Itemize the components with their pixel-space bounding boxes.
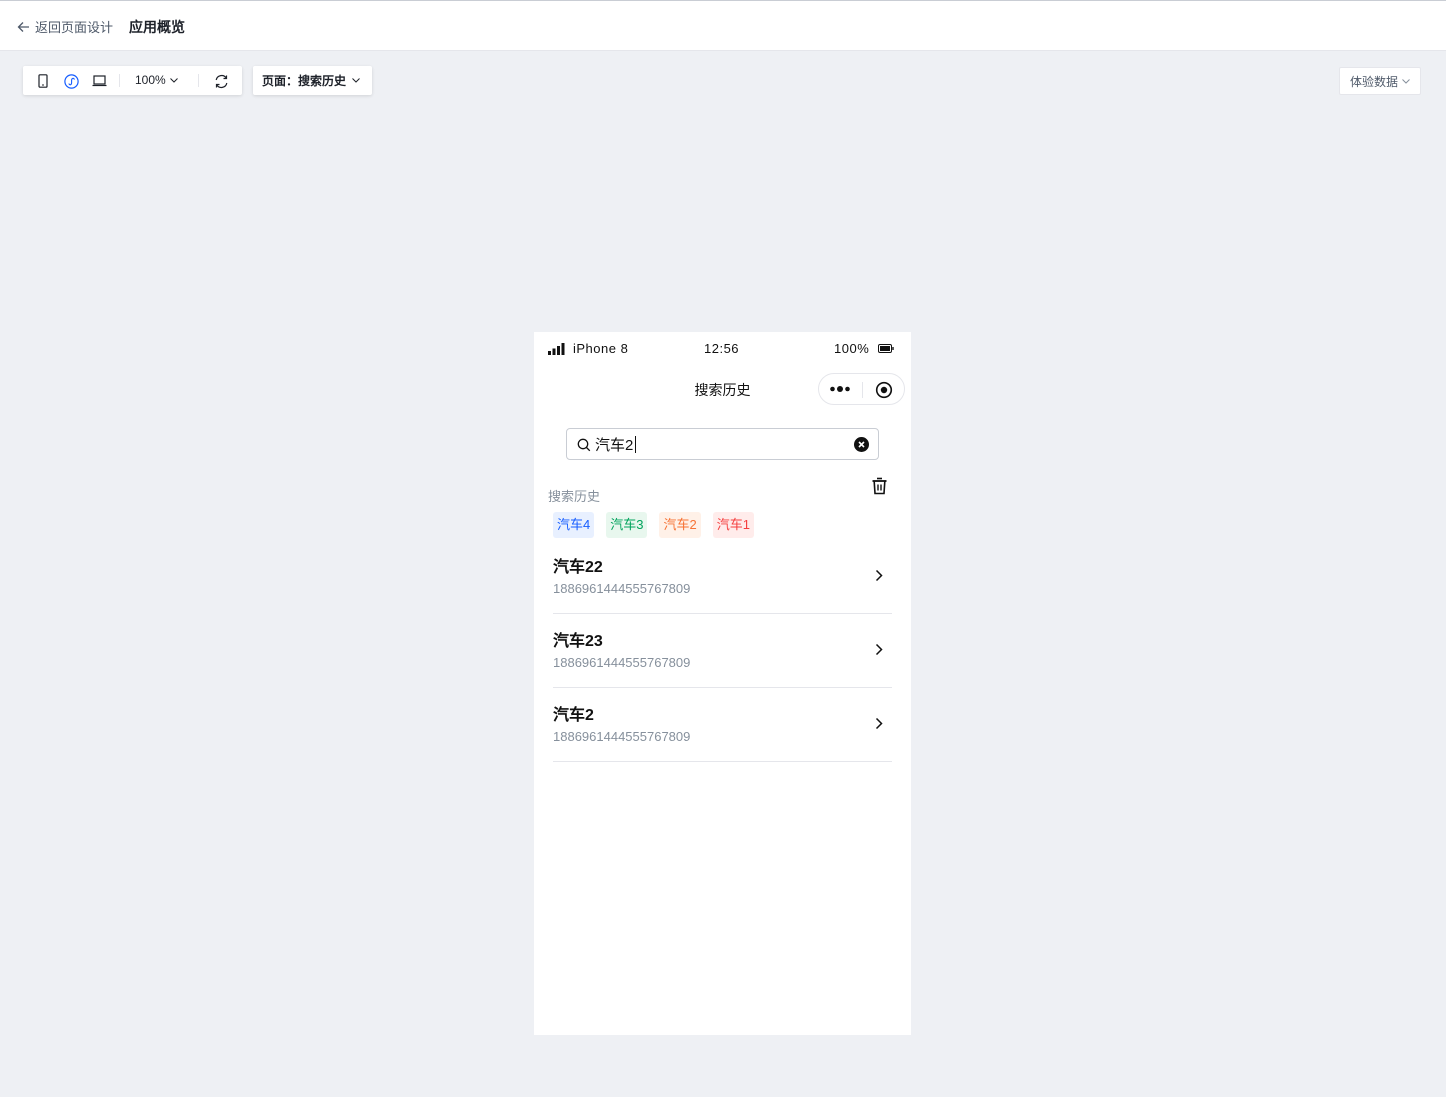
signal-icon bbox=[548, 343, 565, 355]
divider bbox=[119, 74, 120, 87]
search-input[interactable] bbox=[595, 434, 845, 454]
history-tag[interactable]: 汽车2 bbox=[659, 512, 701, 538]
top-header: 返回页面设计 应用概览 bbox=[0, 0, 1446, 51]
miniprogram-capsule bbox=[818, 373, 905, 405]
chevron-right-icon bbox=[875, 717, 883, 730]
battery-icon bbox=[878, 344, 894, 353]
status-time: 12:56 bbox=[704, 341, 740, 356]
list-item-subtitle: 1886961444555767809 bbox=[553, 655, 691, 670]
close-target-icon[interactable] bbox=[875, 381, 893, 399]
search-icon bbox=[577, 438, 591, 452]
history-label: 搜索历史 bbox=[548, 489, 601, 504]
more-dots-icon[interactable] bbox=[829, 382, 851, 396]
history-tag[interactable]: 汽车1 bbox=[712, 512, 754, 538]
back-label: 返回页面设计 bbox=[35, 20, 114, 35]
experience-data-label: 体验数据 bbox=[1350, 74, 1399, 89]
status-bar: iPhone 8 12:56 100% bbox=[534, 332, 911, 366]
history-tag[interactable]: 汽车4 bbox=[553, 512, 595, 538]
clear-icon[interactable] bbox=[854, 437, 869, 452]
list-item-title: 汽车23 bbox=[553, 633, 603, 650]
desktop-view-icon[interactable] bbox=[91, 73, 107, 89]
list-item[interactable]: 汽车23 1886961444555767809 bbox=[553, 614, 892, 688]
list-item-subtitle: 1886961444555767809 bbox=[553, 729, 691, 744]
list-item-title: 汽车2 bbox=[553, 707, 594, 724]
arrow-left-icon bbox=[17, 21, 29, 32]
history-tag[interactable]: 汽车3 bbox=[606, 512, 648, 538]
list-item[interactable]: 汽车22 1886961444555767809 bbox=[553, 540, 892, 614]
chevron-down-icon bbox=[169, 77, 178, 83]
back-to-page-design-link[interactable]: 返回页面设计 bbox=[17, 17, 113, 36]
text-caret bbox=[635, 436, 636, 453]
list-item[interactable]: 汽车2 1886961444555767809 bbox=[553, 688, 892, 762]
carrier-label: iPhone 8 bbox=[573, 341, 629, 356]
nav-bar: 搜索历史 bbox=[534, 372, 911, 406]
history-tags: 汽车4 汽车3 汽车2 汽车1 bbox=[553, 512, 766, 538]
phone-preview: iPhone 8 12:56 100% 搜索历史 搜索历史 bbox=[534, 332, 911, 1035]
zoom-select[interactable]: 100% bbox=[135, 73, 178, 87]
device-toolbar: 100% bbox=[23, 66, 242, 95]
capsule-divider bbox=[862, 382, 863, 398]
chevron-down-icon bbox=[352, 78, 360, 83]
list-item-subtitle: 1886961444555767809 bbox=[553, 581, 691, 596]
search-box bbox=[566, 428, 879, 460]
zoom-value: 100% bbox=[135, 73, 166, 87]
miniprogram-view-icon[interactable] bbox=[63, 73, 79, 89]
app-title: 应用概览 bbox=[129, 19, 185, 35]
page-select[interactable]: 页面：搜索历史 bbox=[253, 66, 372, 95]
mobile-view-icon[interactable] bbox=[35, 73, 51, 89]
refresh-icon[interactable] bbox=[213, 73, 229, 89]
page-select-label: 页面：搜索历史 bbox=[262, 74, 347, 88]
battery-percent: 100% bbox=[834, 341, 870, 356]
chevron-down-icon bbox=[1402, 78, 1410, 84]
experience-data-select[interactable]: 体验数据 bbox=[1339, 67, 1421, 95]
chevron-right-icon bbox=[875, 569, 883, 582]
result-list: 汽车22 1886961444555767809 汽车23 1886961444… bbox=[553, 540, 892, 762]
divider bbox=[198, 74, 199, 87]
trash-icon[interactable] bbox=[872, 477, 887, 495]
list-item-title: 汽车22 bbox=[553, 559, 603, 576]
chevron-right-icon bbox=[875, 643, 883, 656]
